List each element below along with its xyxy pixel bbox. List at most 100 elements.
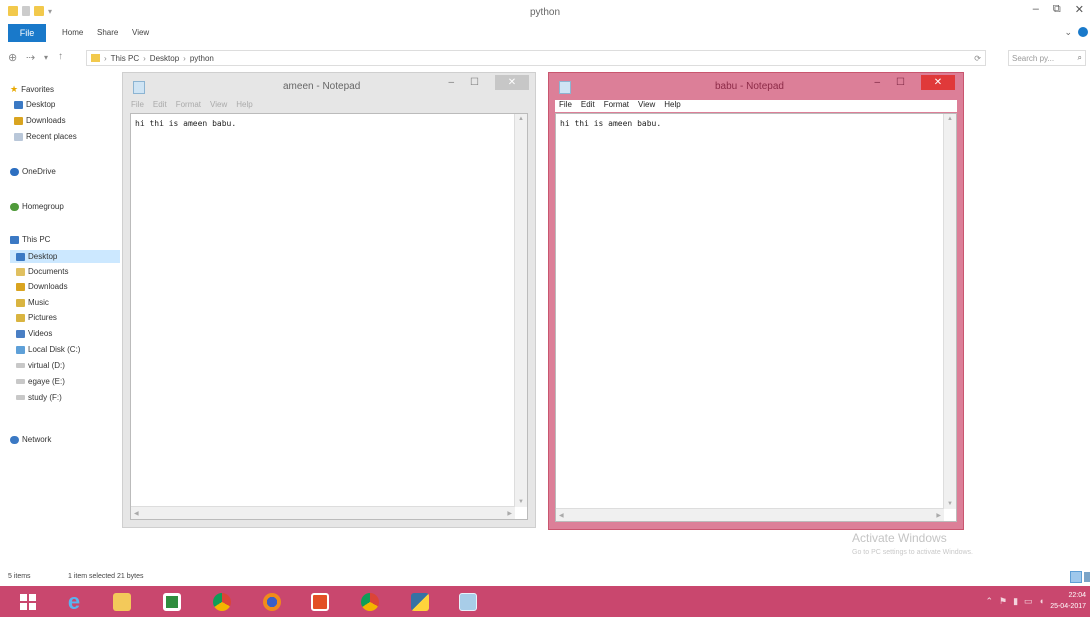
breadcrumb-python[interactable]: python <box>190 54 214 63</box>
volume-icon[interactable]: ◖ <box>1039 596 1044 607</box>
nav-pc-documents[interactable]: Documents <box>16 267 68 276</box>
nav-fav-recent[interactable]: Recent places <box>14 132 77 141</box>
forward-button[interactable]: ⇢ <box>26 51 35 64</box>
scroll-right-icon[interactable]: ▶ <box>507 510 512 517</box>
nav-homegroup[interactable]: Homegroup <box>10 202 64 211</box>
notepad-text[interactable]: hi thi is ameen babu. <box>135 119 236 128</box>
search-input[interactable]: Search py... ⌕ <box>1008 50 1086 66</box>
breadcrumb-thispc[interactable]: This PC <box>111 54 139 63</box>
notepad-titlebar[interactable]: babu - Notepad – ☐ ✕ <box>549 73 963 99</box>
desktop-icon <box>14 100 23 109</box>
show-hidden-icons-icon[interactable]: ⌃ <box>985 596 993 607</box>
scroll-up-icon[interactable]: ▲ <box>947 116 953 122</box>
taskbar-clock[interactable]: 22:04 25-04-2017 <box>1050 590 1086 612</box>
scroll-down-icon[interactable]: ▼ <box>518 499 524 505</box>
office-icon <box>311 593 329 611</box>
restore-button[interactable]: ⧉ <box>1053 3 1061 16</box>
breadcrumb-desktop[interactable]: Desktop <box>150 54 179 63</box>
up-button[interactable]: ↑ <box>58 51 63 62</box>
menu-file[interactable]: File <box>131 100 144 112</box>
notepad-text-area[interactable]: hi thi is ameen babu. ▲ ▼ ◀ ▶ <box>555 113 957 522</box>
notepad-text-area[interactable]: hi thi is ameen babu. ▲ ▼ ◀ ▶ <box>130 113 528 520</box>
notepad-icon <box>459 593 477 611</box>
nav-pc-videos[interactable]: Videos <box>16 329 52 338</box>
tab-file[interactable]: File <box>8 24 46 42</box>
help-icon[interactable] <box>1078 27 1088 37</box>
taskbar-office[interactable] <box>298 589 342 615</box>
menu-help[interactable]: Help <box>236 100 252 112</box>
close-button[interactable]: ✕ <box>495 75 529 90</box>
pictures-icon <box>16 313 25 322</box>
address-bar[interactable]: › This PC › Desktop › python ⟳ <box>86 50 986 66</box>
notepad-window-babu[interactable]: babu - Notepad – ☐ ✕ File Edit Format Vi… <box>548 72 964 530</box>
expand-ribbon-icon[interactable]: ⌄ <box>1064 27 1072 38</box>
nav-thispc[interactable]: This PC <box>10 235 50 244</box>
nav-fav-downloads[interactable]: Downloads <box>14 116 66 125</box>
flag-icon[interactable]: ⚑ <box>999 596 1007 607</box>
taskbar-notepad[interactable] <box>446 589 490 615</box>
close-button[interactable]: ✕ <box>1075 3 1084 16</box>
vertical-scrollbar[interactable]: ▲ ▼ <box>943 114 956 509</box>
maximize-button[interactable]: ☐ <box>470 77 479 88</box>
nav-pc-drive-d[interactable]: virtual (D:) <box>16 361 65 370</box>
menu-file[interactable]: File <box>559 100 572 112</box>
back-button[interactable]: ⊕ <box>8 51 17 64</box>
nav-pc-drive-c[interactable]: Local Disk (C:) <box>16 345 80 354</box>
nav-pc-drive-f[interactable]: study (F:) <box>16 393 62 402</box>
nav-pc-pictures[interactable]: Pictures <box>16 313 57 322</box>
close-button[interactable]: ✕ <box>921 75 955 90</box>
scroll-up-icon[interactable]: ▲ <box>518 116 524 122</box>
menu-edit[interactable]: Edit <box>153 100 167 112</box>
taskbar-firefox[interactable] <box>250 589 294 615</box>
recent-locations-icon[interactable]: ▾ <box>44 53 48 62</box>
large-icons-view-icon[interactable] <box>1084 572 1090 582</box>
nav-pc-music[interactable]: Music <box>16 298 49 307</box>
activation-watermark-title: Activate Windows <box>852 531 947 545</box>
taskbar-internet-explorer[interactable]: e <box>52 589 96 615</box>
tab-share[interactable]: Share <box>97 28 118 37</box>
taskbar-python[interactable] <box>398 589 442 615</box>
nav-pc-desktop[interactable]: Desktop <box>16 252 57 261</box>
notepad-text[interactable]: hi thi is ameen babu. <box>560 119 661 128</box>
scroll-right-icon[interactable]: ▶ <box>936 512 941 519</box>
taskbar-chrome[interactable] <box>200 589 244 615</box>
nav-favorites[interactable]: ★ Favorites <box>10 84 54 95</box>
drive-icon <box>16 379 25 384</box>
taskbar-chrome-2[interactable] <box>348 589 392 615</box>
network-tray-icon[interactable]: ▮ <box>1013 596 1018 607</box>
start-button[interactable] <box>6 589 50 615</box>
menu-help[interactable]: Help <box>664 100 680 112</box>
maximize-button[interactable]: ☐ <box>896 77 905 88</box>
nav-pc-downloads[interactable]: Downloads <box>16 282 68 291</box>
tab-view[interactable]: View <box>132 28 149 37</box>
scroll-left-icon[interactable]: ◀ <box>559 512 564 519</box>
taskbar-store[interactable] <box>150 589 194 615</box>
details-view-icon[interactable] <box>1070 571 1082 583</box>
menu-format[interactable]: Format <box>604 100 629 112</box>
vertical-scrollbar[interactable]: ▲ ▼ <box>514 114 527 507</box>
minimize-button[interactable]: – <box>1033 3 1039 16</box>
horizontal-scrollbar[interactable]: ◀ ▶ <box>131 506 515 519</box>
battery-icon[interactable]: ▭ <box>1024 596 1033 607</box>
notepad-titlebar[interactable]: ameen - Notepad – ☐ ✕ <box>123 73 535 99</box>
downloads-icon <box>16 282 25 291</box>
menu-format[interactable]: Format <box>176 100 201 112</box>
nav-network[interactable]: Network <box>10 435 51 444</box>
scroll-down-icon[interactable]: ▼ <box>947 501 953 507</box>
start-icon <box>20 594 36 610</box>
nav-pc-drive-e[interactable]: egaye (E:) <box>16 377 65 386</box>
menu-edit[interactable]: Edit <box>581 100 595 112</box>
tab-home[interactable]: Home <box>62 28 83 37</box>
taskbar-file-explorer[interactable] <box>100 589 144 615</box>
nav-fav-desktop[interactable]: Desktop <box>14 100 55 109</box>
folder-icon <box>91 54 100 62</box>
menu-view[interactable]: View <box>210 100 227 112</box>
horizontal-scrollbar[interactable]: ◀ ▶ <box>556 508 944 521</box>
scroll-left-icon[interactable]: ◀ <box>134 510 139 517</box>
nav-onedrive[interactable]: OneDrive <box>10 167 56 176</box>
menu-view[interactable]: View <box>638 100 655 112</box>
minimize-button[interactable]: – <box>874 77 880 88</box>
minimize-button[interactable]: – <box>448 77 454 88</box>
notepad-window-ameen[interactable]: ameen - Notepad – ☐ ✕ File Edit Format V… <box>122 72 536 528</box>
refresh-icon[interactable]: ⟳ <box>974 54 981 63</box>
